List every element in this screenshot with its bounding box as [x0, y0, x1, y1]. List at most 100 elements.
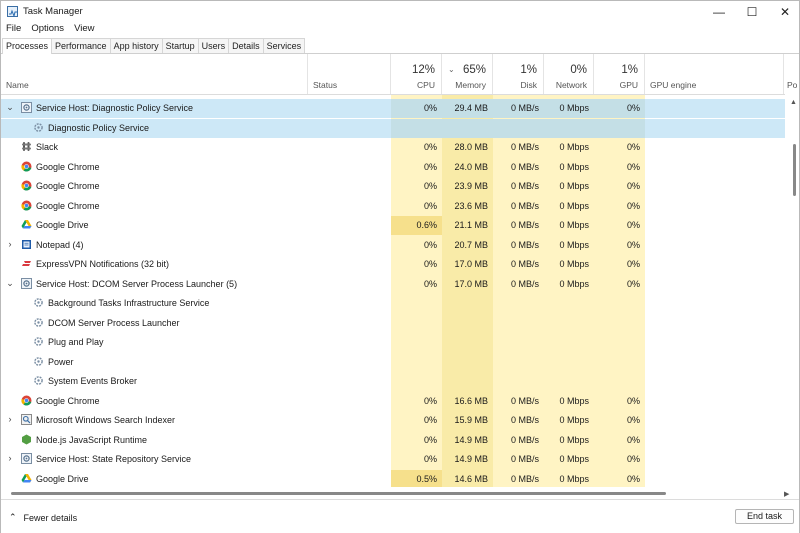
- column-header-name[interactable]: Name: [1, 54, 308, 94]
- gpu-value: 0%: [626, 395, 640, 406]
- cpu-total-percent: 12%: [411, 64, 435, 76]
- column-header-network[interactable]: 0% Network: [544, 54, 594, 94]
- nodejs-icon: [21, 434, 32, 445]
- menu-view[interactable]: View: [69, 22, 99, 36]
- process-row[interactable]: Google Chrome 0% 16.6 MB 0 MB/s 0 Mbps 0%: [1, 392, 785, 411]
- process-row[interactable]: Google Drive 0.6% 21.1 MB 0 MB/s 0 Mbps 0%: [1, 216, 785, 235]
- process-row[interactable]: Google Drive 0.5% 14.6 MB 0 MB/s 0 Mbps 0%: [1, 469, 785, 487]
- process-row[interactable]: Google Chrome 0% 24.0 MB 0 MB/s 0 Mbps 0%: [1, 158, 785, 177]
- column-header-status[interactable]: Status: [308, 54, 391, 94]
- network-value: 0 Mbps: [559, 395, 589, 406]
- google-drive-icon: [21, 473, 32, 484]
- service-icon: [33, 317, 44, 328]
- memory-value: 28.0 MB: [454, 142, 488, 152]
- column-header-memory[interactable]: ⌄ 65% Memory: [442, 54, 493, 94]
- cpu-value: 0%: [423, 161, 437, 172]
- service-child-row[interactable]: Power: [1, 353, 785, 372]
- collapse-chevron-icon[interactable]: ⌄: [5, 278, 15, 289]
- cpu-value: 0%: [423, 454, 437, 464]
- menu-options[interactable]: Options: [26, 22, 69, 36]
- tab-details[interactable]: Details: [228, 38, 264, 53]
- gpu-total-percent: 1%: [621, 64, 638, 76]
- menu-bar: File Options View: [1, 22, 99, 36]
- column-header-cpu[interactable]: 12% CPU: [391, 54, 442, 94]
- tab-services[interactable]: Services: [262, 38, 306, 53]
- column-header-gpu-engine[interactable]: GPU engine: [645, 54, 784, 94]
- service-child-row[interactable]: DCOM Server Process Launcher: [1, 314, 785, 333]
- process-row[interactable]: Slack 0% 28.0 MB 0 MB/s 0 Mbps 0%: [1, 138, 785, 157]
- service-icon: [33, 122, 44, 133]
- disk-value: 0 MB/s: [510, 103, 539, 113]
- memory-value: 16.6 MB: [454, 395, 488, 406]
- expand-chevron-icon[interactable]: ›: [5, 239, 15, 249]
- network-value: 0 Mbps: [559, 142, 589, 152]
- tab-strip: Processes Performance App history Startu…: [1, 38, 799, 54]
- column-header-gpu[interactable]: 1% GPU: [594, 54, 645, 94]
- service-child-row[interactable]: Diagnostic Policy Service: [1, 118, 785, 138]
- disk-value: 0 MB/s: [510, 259, 539, 269]
- process-row[interactable]: ⌄ Service Host: DCOM Server Process Launc…: [1, 275, 785, 294]
- window-title: Task Manager: [23, 6, 83, 17]
- notepad-icon: [21, 239, 32, 250]
- horizontal-scrollbar-thumb[interactable]: [11, 492, 666, 495]
- scroll-right-arrow[interactable]: ▶: [784, 490, 789, 498]
- process-row[interactable]: Google Chrome 0% 23.6 MB 0 MB/s 0 Mbps 0%: [1, 197, 785, 216]
- column-disk-label: Disk: [520, 80, 537, 90]
- service-child-row[interactable]: Background Tasks Infrastructure Service: [1, 294, 785, 313]
- fewer-details-button[interactable]: ⌃ Fewer details: [9, 512, 77, 523]
- memory-value: 24.0 MB: [454, 161, 488, 172]
- service-child-row[interactable]: Plug and Play: [1, 333, 785, 352]
- scroll-up-arrow[interactable]: ▲: [790, 99, 797, 106]
- network-value: 0 Mbps: [559, 200, 589, 211]
- gpu-value: 0%: [626, 239, 640, 250]
- disk-value: 0 MB/s: [510, 278, 539, 289]
- cpu-value: 0%: [423, 181, 437, 191]
- chrome-icon: [21, 395, 32, 406]
- memory-value: 21.1 MB: [454, 220, 488, 230]
- column-gpu-label: GPU: [619, 80, 638, 90]
- gpu-value: 0%: [626, 103, 640, 113]
- disk-value: 0 MB/s: [510, 200, 539, 211]
- gpu-value: 0%: [626, 200, 640, 211]
- process-name: Service Host: DCOM Server Process Launch…: [36, 278, 238, 289]
- tab-app-history[interactable]: App history: [109, 38, 163, 53]
- process-row[interactable]: Node.js JavaScript Runtime 0% 14.9 MB 0 MB/…: [1, 431, 785, 450]
- tab-startup[interactable]: Startup: [161, 38, 199, 53]
- expand-chevron-icon[interactable]: ›: [5, 453, 15, 463]
- column-header-power[interactable]: Po: [784, 54, 797, 94]
- column-header-row: Name Status 12% CPU ⌄ 65% Memory 1% Disk…: [1, 54, 797, 95]
- expressvpn-icon: [21, 258, 32, 269]
- close-button[interactable]: ✕: [765, 1, 800, 22]
- process-name: Power: [48, 356, 74, 367]
- expand-chevron-icon[interactable]: ›: [5, 414, 15, 424]
- vertical-scrollbar-thumb[interactable]: [793, 144, 796, 196]
- gpu-value: 0%: [626, 161, 640, 172]
- gpu-value: 0%: [626, 259, 640, 269]
- service-icon: [33, 356, 44, 367]
- process-row[interactable]: ExpressVPN Notifications (32 bit) 0% 17.0 …: [1, 255, 785, 274]
- process-row[interactable]: ⌄ Service Host: Diagnostic Policy Service…: [1, 99, 785, 118]
- disk-value: 0 MB/s: [510, 434, 539, 445]
- collapse-chevron-icon[interactable]: ⌄: [5, 102, 15, 113]
- tab-performance[interactable]: Performance: [51, 38, 111, 53]
- gpu-value: 0%: [626, 454, 640, 464]
- menu-file[interactable]: File: [1, 22, 26, 36]
- tab-users[interactable]: Users: [197, 38, 230, 53]
- disk-value: 0 MB/s: [510, 239, 539, 250]
- network-value: 0 Mbps: [559, 103, 589, 113]
- process-row[interactable]: Google Chrome 0% 23.9 MB 0 MB/s 0 Mbps 0%: [1, 177, 785, 196]
- process-row[interactable]: › Notepad (4) 0% 20.7 MB 0 MB/s 0 Mbps 0%: [1, 236, 785, 255]
- column-network-label: Network: [555, 80, 587, 90]
- disk-value: 0 MB/s: [510, 395, 539, 406]
- tab-processes[interactable]: Processes: [2, 38, 53, 54]
- network-value: 0 Mbps: [559, 239, 589, 250]
- network-value: 0 Mbps: [559, 161, 589, 172]
- column-header-disk[interactable]: 1% Disk: [493, 54, 544, 94]
- process-name: Slack: [36, 142, 59, 152]
- process-row[interactable]: › Service Host: State Repository Service 0…: [1, 450, 785, 469]
- service-child-row[interactable]: System Events Broker: [1, 372, 785, 391]
- end-task-button[interactable]: End task: [735, 509, 794, 524]
- process-row[interactable]: › Microsoft Windows Search Indexer 0% 15.9 …: [1, 411, 785, 430]
- memory-value: 14.9 MB: [454, 454, 488, 464]
- service-icon: [33, 336, 44, 347]
